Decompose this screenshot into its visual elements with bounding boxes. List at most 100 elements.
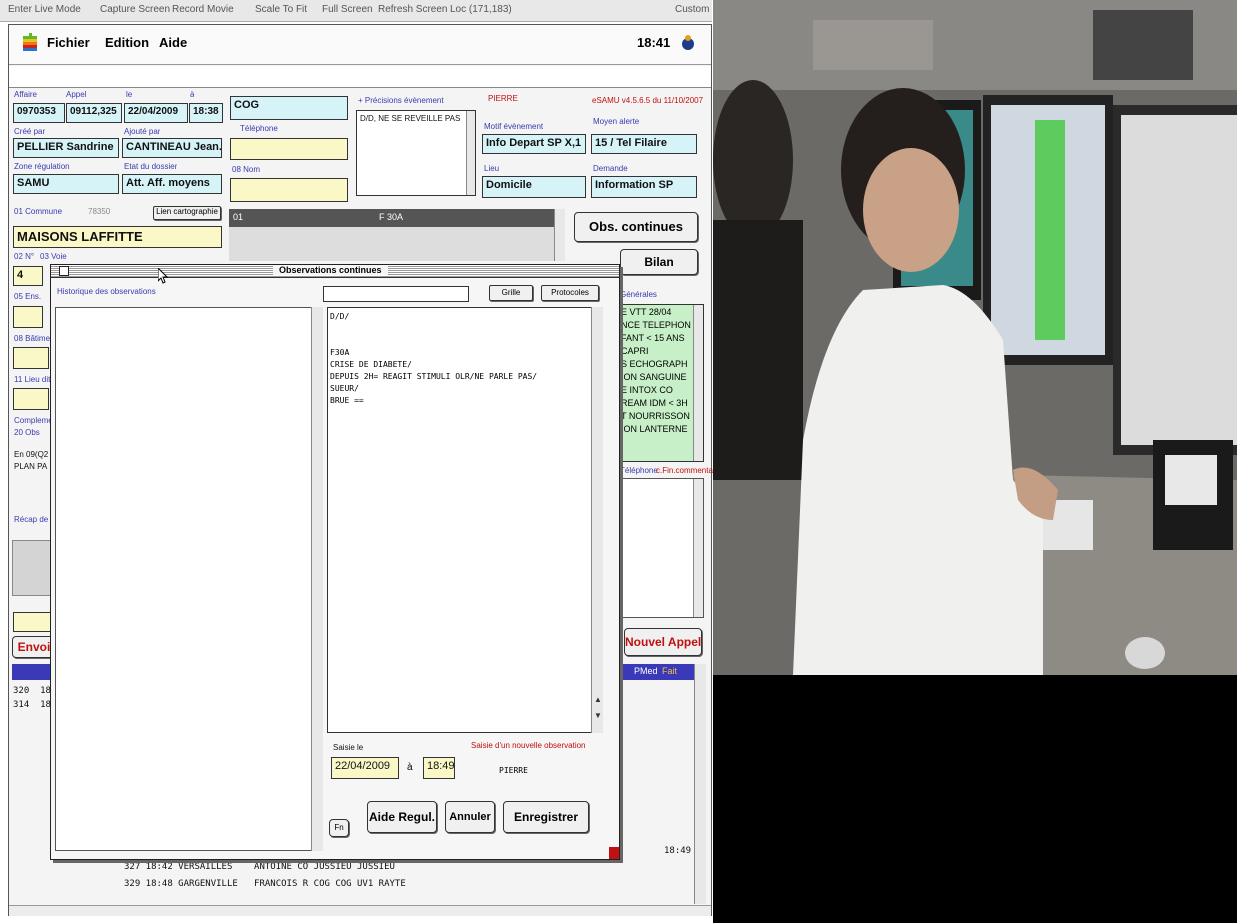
scale-to-fit-button[interactable]: Scale To Fit: [255, 4, 307, 15]
menu-fichier[interactable]: Fichier: [47, 35, 90, 50]
no-field[interactable]: 4: [13, 266, 43, 286]
ajoute-par-field[interactable]: CANTINEAU Jean.P: [122, 138, 222, 158]
cog-field[interactable]: COG: [230, 96, 348, 120]
observation-line: F30A: [330, 348, 350, 357]
menu-aide[interactable]: Aide: [159, 35, 187, 50]
generales-item[interactable]: T NOURRISSON: [621, 411, 690, 421]
fn-button[interactable]: Fn: [329, 819, 349, 837]
scroll-up-arrow-icon[interactable]: ▲: [592, 695, 604, 704]
ens-field[interactable]: [13, 306, 43, 328]
label-demande: Demande: [593, 164, 628, 173]
precisions-box[interactable]: D/D, NE SE REVEILLE PAS: [356, 110, 476, 196]
recap-panel: [12, 540, 52, 596]
demande-field[interactable]: Information SP: [591, 176, 697, 198]
observation-scrollbar[interactable]: ▲ ▼: [591, 307, 603, 733]
generales-item[interactable]: ION LANTERNE: [621, 424, 688, 434]
code-postal: 78350: [88, 207, 111, 216]
generales-item[interactable]: E INTOX CO: [621, 385, 673, 395]
recap-field[interactable]: [13, 612, 53, 632]
label-nom: 08 Nom: [232, 165, 261, 174]
dialog-close-box[interactable]: [59, 266, 69, 276]
label-appel: Appel: [66, 90, 87, 99]
label-lieu-dit: 11 Lieu dit: [14, 375, 50, 384]
lieu-field[interactable]: Domicile: [482, 176, 586, 198]
label-zone: Zone régulation: [14, 162, 70, 171]
observation-line: BRUE ==: [330, 396, 364, 405]
label-no: 02 N°: [14, 252, 35, 261]
label-telephone: Téléphone: [240, 124, 278, 133]
commentaire-box[interactable]: [618, 478, 704, 618]
bilan-button[interactable]: Bilan: [620, 249, 698, 275]
telephone-field[interactable]: [230, 138, 348, 160]
saisie-date-field[interactable]: 22/04/2009: [331, 757, 399, 779]
enregistrer-button[interactable]: Enregistrer: [503, 801, 589, 833]
refresh-screen-button[interactable]: Refresh Screen: [378, 4, 447, 15]
date-field[interactable]: 22/04/2009: [124, 103, 188, 123]
record-movie-button[interactable]: Record Movie: [172, 4, 234, 15]
generales-item[interactable]: NCE TELEPHON: [621, 320, 691, 330]
aide-regul-button[interactable]: Aide Regul.: [367, 801, 437, 833]
app-menu-icon[interactable]: [681, 33, 695, 51]
motif-field[interactable]: Info Depart SP X,1: [482, 134, 586, 154]
lien-cartographie-button[interactable]: Lien cartographie: [153, 206, 221, 220]
apple-logo-icon[interactable]: [23, 33, 37, 51]
saisie-time-field[interactable]: 18:49: [423, 757, 455, 779]
label-pmed: PMed: [634, 666, 658, 676]
capture-screen-button[interactable]: Capture Screen: [100, 4, 170, 15]
label-voie: 03 Voie: [40, 252, 67, 261]
annuler-button[interactable]: Annuler: [445, 801, 495, 833]
commune-field[interactable]: MAISONS LAFFITTE: [13, 226, 222, 248]
full-screen-button[interactable]: Full Screen: [322, 4, 373, 15]
generales-scrollbar[interactable]: [693, 305, 703, 461]
protocoles-button[interactable]: Protocoles: [541, 285, 599, 301]
generales-item[interactable]: FANT < 15 ANS: [621, 333, 685, 343]
appel-field[interactable]: 09112,325: [66, 103, 122, 123]
historique-list[interactable]: [55, 307, 315, 851]
generales-item[interactable]: REAM IDM < 3H: [621, 398, 688, 408]
nom-field[interactable]: [230, 178, 348, 202]
moyen-field[interactable]: 15 / Tel Filaire: [591, 134, 697, 154]
obs-header-scrollbar[interactable]: [554, 209, 565, 261]
obs-header-bar: 01 F 30A: [229, 209, 554, 227]
zone-field[interactable]: SAMU: [13, 174, 119, 194]
generales-list[interactable]: E VTT 28/04 NCE TELEPHON FANT < 15 ANS C…: [618, 304, 704, 462]
grille-button[interactable]: Grille: [489, 285, 533, 301]
operator-photo: [713, 0, 1237, 675]
list-header-right: PMed Fait: [618, 664, 704, 680]
list-scrollbar[interactable]: [694, 664, 706, 904]
grille-input[interactable]: [323, 286, 469, 302]
obs-header-body: [229, 227, 554, 261]
cree-par-field[interactable]: PELLIER Sandrine: [13, 138, 119, 158]
obs-line-1: En 09(Q2 B: [14, 450, 50, 459]
menu-bar: Fichier Edition Aide 18:41: [9, 25, 711, 65]
generales-item[interactable]: CAPRI: [621, 346, 649, 356]
location-readout: Loc (171,183): [450, 4, 512, 15]
affaire-field[interactable]: 0970353: [13, 103, 65, 123]
label-etat: Etat du dossier: [124, 162, 178, 171]
generales-item[interactable]: S ECHOGRAPH: [621, 359, 688, 369]
label-precisions: + Précisions évènement: [358, 96, 444, 105]
resize-grip-icon[interactable]: [609, 847, 619, 859]
obs-continues-button[interactable]: Obs. continues: [574, 212, 698, 242]
label-commentaire: c.Fin.commentaire: [656, 466, 722, 475]
precisions-scrollbar[interactable]: [466, 111, 475, 195]
nouvel-appel-button[interactable]: Nouvel Appel: [624, 628, 702, 656]
list-row-1: 327 18:42 VERSAILLES ANTOINE CO JUSSIEU …: [124, 862, 395, 872]
label-recap: Récap de l': [14, 515, 50, 524]
list-header-left: [12, 664, 52, 680]
obs-line-2: PLAN PA: [14, 462, 48, 471]
scroll-down-arrow-icon[interactable]: ▼: [592, 711, 604, 720]
time-field[interactable]: 18:38: [189, 103, 223, 123]
generales-item[interactable]: E VTT 28/04: [621, 307, 671, 317]
etat-field[interactable]: Att. Aff. moyens: [122, 174, 222, 194]
menu-edition[interactable]: Edition: [105, 35, 149, 50]
observation-line: SUEUR/: [330, 384, 359, 393]
observation-text-area[interactable]: D/D/ F30A CRISE DE DIABETE/ DEPUIS 2H= R…: [327, 307, 593, 733]
historique-scrollbar[interactable]: [311, 307, 323, 851]
custom-button[interactable]: Custom: [675, 4, 709, 15]
enter-live-mode-button[interactable]: Enter Live Mode: [8, 4, 81, 15]
lieu-dit-field[interactable]: [13, 388, 49, 410]
commentaire-scrollbar[interactable]: [693, 479, 703, 617]
generales-item[interactable]: ION SANGUINE: [621, 372, 687, 382]
batiment-field[interactable]: [13, 347, 49, 369]
